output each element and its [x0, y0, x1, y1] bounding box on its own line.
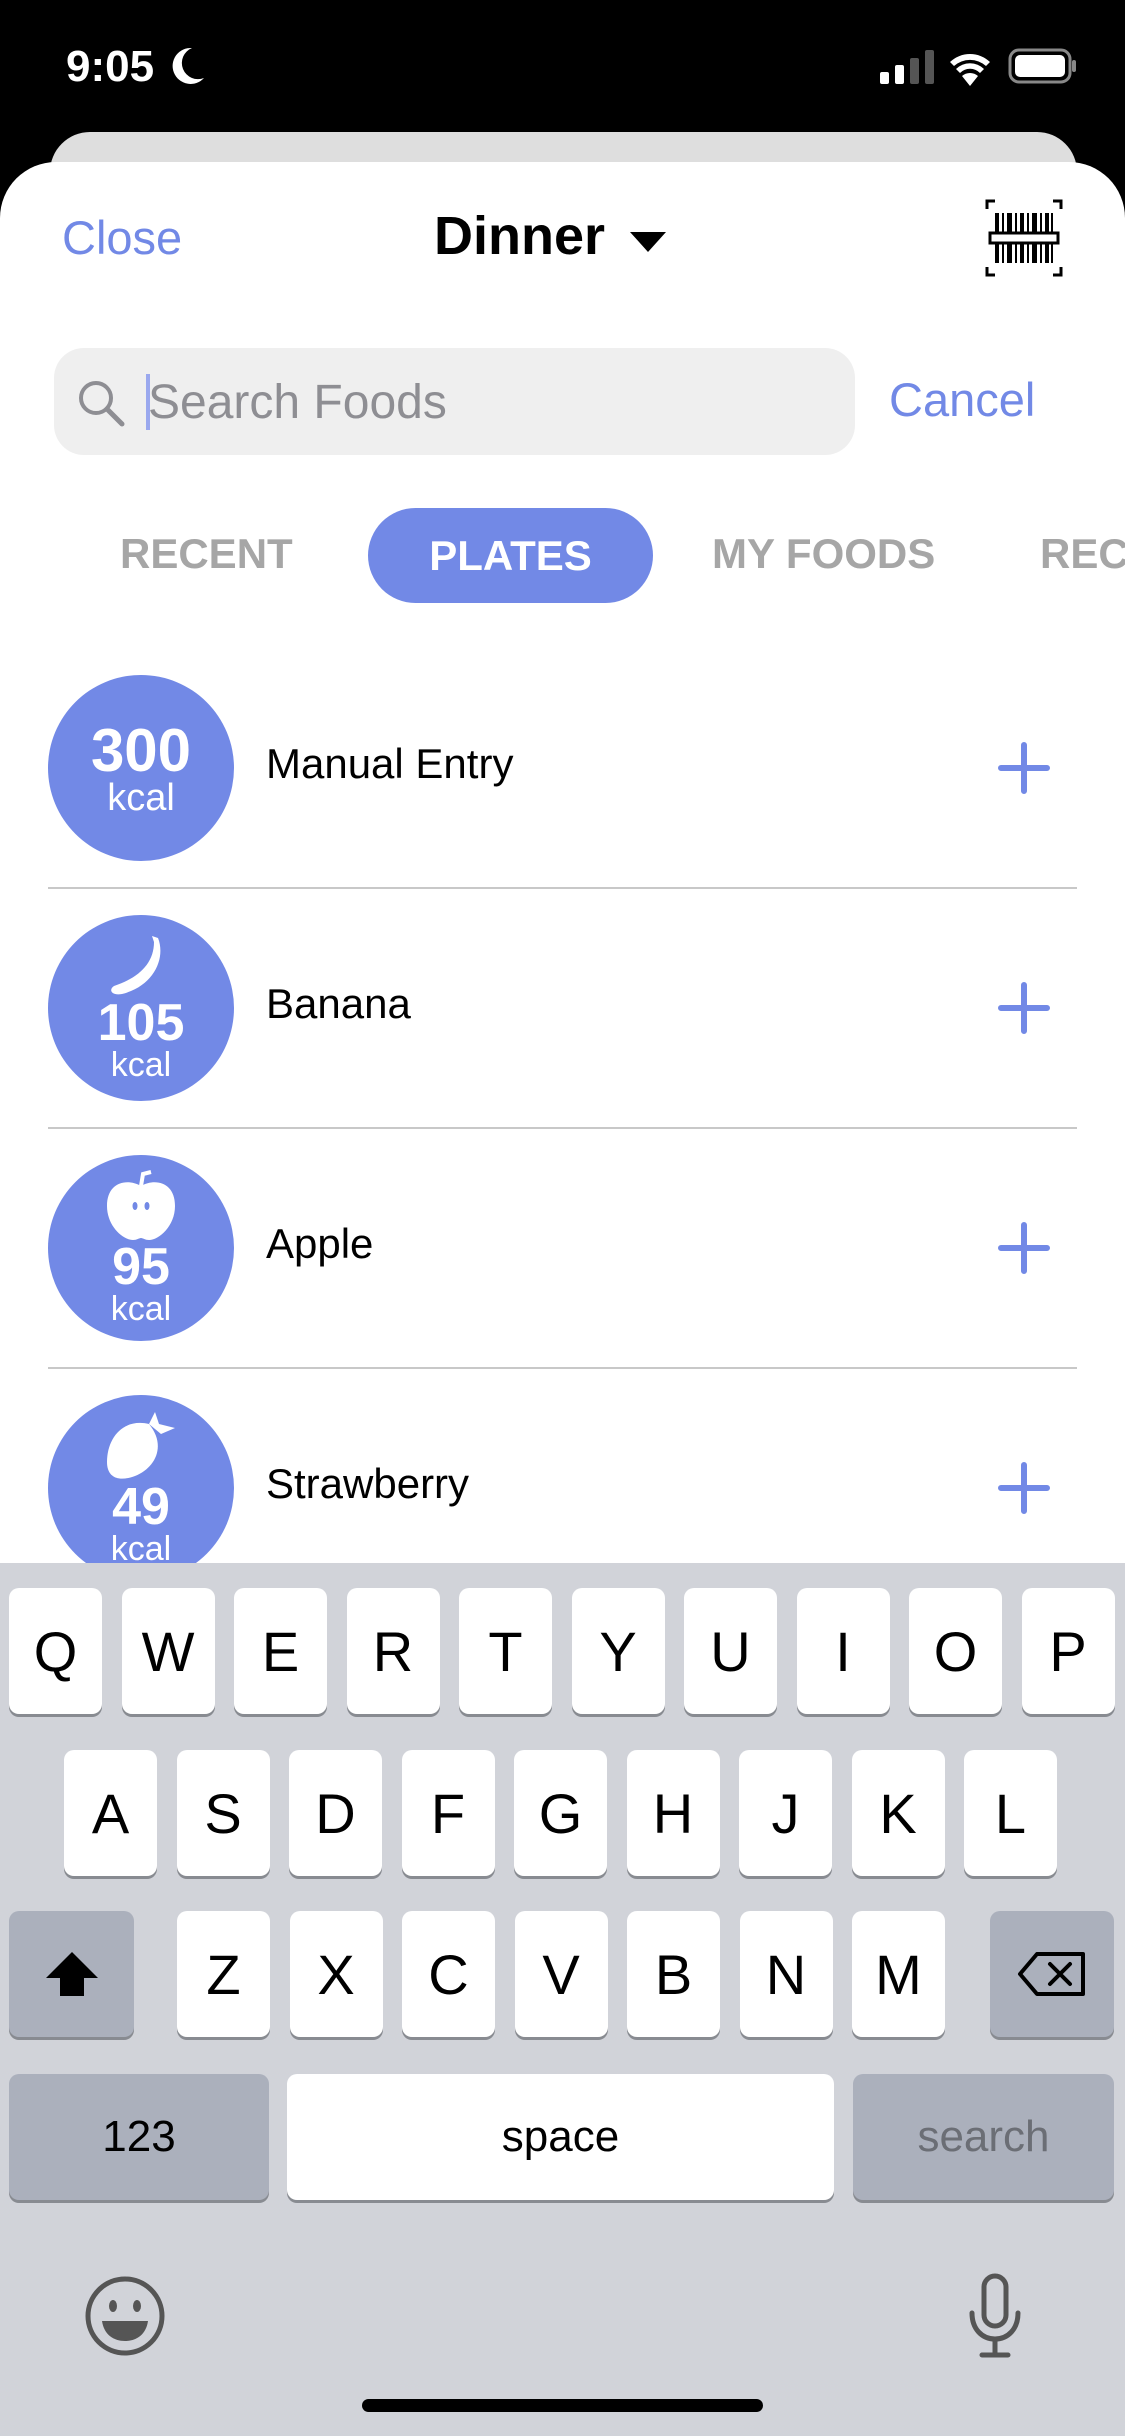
- calorie-value: 300: [90, 717, 192, 784]
- key-y[interactable]: Y: [571, 1588, 665, 1714]
- calorie-badge: 49 kcal: [48, 1395, 234, 1581]
- plus-icon[interactable]: [998, 1462, 1050, 1514]
- microphone-icon[interactable]: [966, 2273, 1024, 2359]
- space-key[interactable]: space: [287, 2074, 834, 2200]
- list-item[interactable]: 95 kcal Apple: [0, 1128, 1125, 1369]
- food-name: Apple: [266, 1220, 374, 1267]
- key-b[interactable]: B: [627, 1911, 720, 2037]
- barcode-icon[interactable]: [985, 199, 1063, 277]
- plus-icon[interactable]: [998, 1222, 1050, 1274]
- wifi-icon: [950, 54, 990, 86]
- moon-icon: [172, 47, 204, 84]
- food-name: Manual Entry: [266, 740, 514, 787]
- calorie-badge: 95 kcal: [48, 1155, 234, 1341]
- key-o[interactable]: O: [909, 1588, 1002, 1714]
- key-h[interactable]: H: [626, 1750, 720, 1876]
- backspace-key[interactable]: [990, 1911, 1114, 2037]
- key-m[interactable]: M: [852, 1911, 945, 2037]
- shift-icon: [45, 1952, 98, 1996]
- key-l[interactable]: L: [964, 1750, 1057, 1876]
- meal-selector[interactable]: Dinner: [434, 205, 605, 267]
- key-s[interactable]: S: [176, 1750, 270, 1876]
- search-icon: [79, 381, 125, 427]
- key-j[interactable]: J: [739, 1750, 832, 1876]
- key-w[interactable]: W: [121, 1588, 215, 1714]
- strawberry-icon: [107, 1412, 175, 1479]
- backspace-icon: [1018, 1952, 1085, 1996]
- food-name: Strawberry: [266, 1460, 470, 1507]
- emoji-icon[interactable]: [84, 2275, 166, 2357]
- key-i[interactable]: I: [796, 1588, 890, 1714]
- key-v[interactable]: V: [514, 1911, 608, 2037]
- cancel-button[interactable]: Cancel: [889, 372, 1035, 427]
- banana-icon: [111, 936, 161, 995]
- key-a[interactable]: A: [64, 1750, 157, 1876]
- caret-down-icon[interactable]: [630, 232, 666, 252]
- key-n[interactable]: N: [739, 1911, 833, 2037]
- calorie-unit: kcal: [107, 777, 175, 819]
- key-e[interactable]: E: [234, 1588, 327, 1714]
- tab-plates[interactable]: PLATES: [368, 508, 653, 603]
- key-f[interactable]: F: [401, 1750, 495, 1876]
- key-t[interactable]: T: [459, 1588, 552, 1714]
- plus-icon[interactable]: [998, 742, 1050, 794]
- key-k[interactable]: K: [851, 1750, 945, 1876]
- list-item[interactable]: 105 kcal Banana: [0, 888, 1125, 1129]
- calorie-unit: kcal: [110, 1290, 172, 1328]
- key-r[interactable]: R: [346, 1588, 440, 1714]
- battery-icon: [1008, 48, 1076, 84]
- key-q[interactable]: Q: [9, 1588, 102, 1714]
- search-key[interactable]: search: [853, 2074, 1114, 2200]
- key-g[interactable]: G: [514, 1750, 607, 1876]
- calorie-unit: kcal: [110, 1530, 172, 1568]
- tab-recent[interactable]: RECENT: [120, 530, 293, 578]
- calorie-badge: 105 kcal: [48, 915, 234, 1101]
- status-time: 9:05: [66, 42, 155, 91]
- tab-rec[interactable]: REC: [1040, 530, 1125, 578]
- keyboard: 123 space search QWERTYUIOP ASDFGHJKL ZXCV…: [0, 1563, 1125, 2436]
- plus-icon[interactable]: [998, 982, 1050, 1034]
- close-button[interactable]: Close: [62, 210, 182, 265]
- home-indicator[interactable]: [362, 2399, 763, 2412]
- numbers-key[interactable]: 123: [9, 2074, 269, 2200]
- calorie-value: 105: [97, 994, 185, 1052]
- calorie-badge: 300 kcal: [48, 675, 234, 861]
- calorie-value: 49: [112, 1478, 170, 1536]
- key-d[interactable]: D: [289, 1750, 382, 1876]
- signal-icon: [880, 50, 934, 84]
- key-u[interactable]: U: [684, 1588, 777, 1714]
- search-input[interactable]: Search Foods: [54, 348, 855, 455]
- search-placeholder: Search Foods: [148, 376, 447, 429]
- shift-key[interactable]: [9, 1911, 134, 2037]
- list-item[interactable]: 300 kcal Manual Entry: [0, 648, 1125, 889]
- key-x[interactable]: X: [289, 1911, 383, 2037]
- apple-icon: [107, 1170, 175, 1240]
- key-p[interactable]: P: [1021, 1588, 1115, 1714]
- calorie-unit: kcal: [110, 1046, 172, 1084]
- calorie-value: 95: [112, 1238, 170, 1296]
- tab-my-foods[interactable]: MY FOODS: [712, 530, 935, 578]
- food-name: Banana: [266, 980, 411, 1027]
- key-c[interactable]: C: [402, 1911, 495, 2037]
- key-z[interactable]: Z: [177, 1911, 270, 2037]
